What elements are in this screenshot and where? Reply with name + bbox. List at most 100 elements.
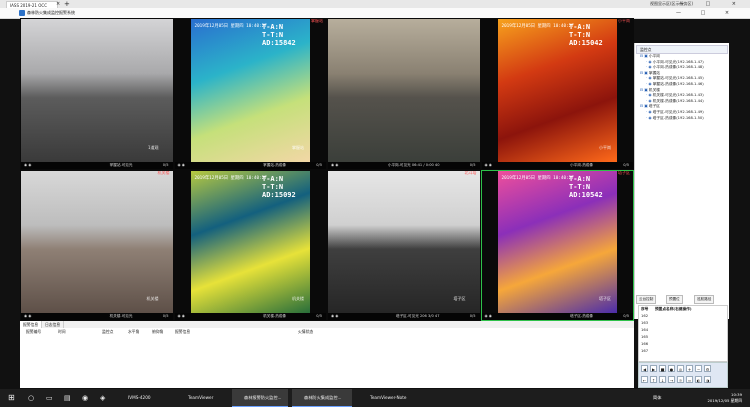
preset-row[interactable]: 162 xyxy=(641,313,648,319)
new-tab-icon[interactable]: + xyxy=(64,0,70,8)
device-tree-tab[interactable]: 监控点 xyxy=(636,45,728,54)
stop-icon[interactable]: ■ xyxy=(659,365,666,372)
preset-button[interactable]: 预置位 xyxy=(666,295,683,304)
browser-tab[interactable]: IASS 2019-21 OCC xyxy=(6,1,58,8)
col-pan: 水平角 xyxy=(128,329,140,334)
camera-icon: · ◉ xyxy=(646,110,653,114)
browser-icon[interactable]: ◉ xyxy=(82,389,88,407)
camera-view-c8[interactable]: 塔子区 2019年12月05日 星期四 10:40:27 T-A:N T-T:N AD:… xyxy=(480,169,634,321)
tree-label: 小平岗 xyxy=(648,54,660,58)
camera-view-c3[interactable]: ◉ ◉ 小平岗-可见光 06:41 / 0:00 40 0/5 xyxy=(328,19,480,169)
app-window-controls[interactable]: — □ × xyxy=(676,8,738,18)
windows-taskbar: ⊞ ○ ▭ ▤ ◉ ◈ IVMS-4200 TeamViewer 森林报警防火监… xyxy=(0,389,750,407)
camera-site-label: 掌握站 xyxy=(311,19,323,23)
tree-label: 掌握站-可见光(192.168.1.45) xyxy=(652,76,704,81)
taskbar-item-fire-monitor[interactable]: 森林防火集成监控... xyxy=(292,389,352,407)
up-arrow-icon[interactable]: ↑ xyxy=(650,376,657,383)
camera-view-c6[interactable]: 2019年12月05日 星期四 10:40:27 T-A:N T-T:N AD:150… xyxy=(174,170,326,320)
camera-status-icon: ◉ ◉ xyxy=(484,162,492,167)
taskbar-item-teamviewer-note[interactable]: TeamViewer-Note xyxy=(358,389,422,407)
cruise-path-button[interactable]: 巡航路径 xyxy=(694,295,715,304)
tree-label: 塔子区-热成像(192.168.1.50) xyxy=(652,115,704,120)
camera-view-c1[interactable]: 1道观 ◉ ◉ 掌握站-可见光 0/5 xyxy=(21,19,173,169)
tab-alarm-info[interactable]: 报警信息 xyxy=(20,321,43,328)
tree-camera-item[interactable]: · ◉ 掌握站-热成像(192.168.1.46) xyxy=(646,82,704,87)
tree-camera-item[interactable]: · ◉ 小平岗-可见光(192.168.1.47) xyxy=(646,60,704,65)
zoom-in-icon[interactable]: + xyxy=(686,365,693,372)
down-arrow-icon[interactable]: ↓ xyxy=(659,376,666,383)
tree-camera-item[interactable]: · ◉ 掌握站-可见光(192.168.1.45) xyxy=(646,76,704,81)
camera-view-c2[interactable]: 掌握站 2019年12月05日 星期四 10:40:27 T-A:N T-T:N AD:… xyxy=(174,19,326,169)
col-camera: 监控点 xyxy=(102,329,114,334)
tree-camera-item[interactable]: · ◉ 机关楼-可见光(192.168.1.43) xyxy=(646,93,704,98)
camera-status-bar: ◉ ◉ 掌握站-热成像 0/5 xyxy=(174,161,326,169)
folder-icon: ⊟ ▣ xyxy=(640,104,649,109)
wiper-icon[interactable]: ≈ xyxy=(686,376,693,383)
tree-group[interactable]: ⊟ ▣ 机关楼 xyxy=(640,88,660,93)
preset-table-header-name: 预置点名称(右键操作) xyxy=(655,307,692,311)
device-tree: ⊟ ▣ 小平岗 · ◉ 小平岗-可见光(192.168.1.47) · ◉ 小平岗-… xyxy=(640,54,728,144)
folder-icon: ⊟ ▣ xyxy=(640,54,649,58)
tree-label: 掌握站 xyxy=(648,70,660,75)
preset-row[interactable]: 163 xyxy=(641,320,648,326)
light-icon[interactable]: ☼ xyxy=(677,376,684,383)
camera-status-icon: ◉ ◉ xyxy=(484,314,492,318)
camera-icon: · ◉ xyxy=(646,65,653,70)
tree-camera-item[interactable]: · ◉ 塔子区-可见光(192.168.1.49) xyxy=(646,110,704,115)
preset-row[interactable]: 164 xyxy=(641,327,648,333)
camera-video-frame xyxy=(328,19,480,162)
prev-icon[interactable]: ◀ xyxy=(641,365,648,372)
osd-reading: AD:15842 xyxy=(262,39,296,47)
focus-icon[interactable]: ◐ xyxy=(695,376,702,383)
folder-icon: ⊟ ▣ xyxy=(640,70,649,75)
preset-row[interactable]: 166 xyxy=(641,341,648,347)
settings-icon[interactable]: ⚙ xyxy=(704,365,711,372)
tree-label: 掌握站-热成像(192.168.1.46) xyxy=(652,82,704,86)
file-explorer-icon[interactable]: ▤ xyxy=(64,389,71,407)
osd-reading: T-A:N xyxy=(262,174,284,183)
ptz-control-button[interactable]: 云台控制 xyxy=(636,295,657,304)
camera-icon: · ◉ xyxy=(646,93,653,98)
record-icon[interactable]: ● xyxy=(668,365,675,372)
camera-icon: · ◉ xyxy=(646,82,653,86)
tree-group[interactable]: ⊟ ▣ 小平岗 xyxy=(640,54,660,59)
right-arrow-icon[interactable]: → xyxy=(668,376,675,383)
input-method-indicator[interactable]: 简体 xyxy=(653,389,661,407)
camera-view-c7[interactable]: 北斗塔 塔子区 ◉ ◉ 塔子区-可见光 206 3/0 47 0/5 xyxy=(328,170,480,320)
ptz-button-row: 云台控制 预置位 巡航路径 xyxy=(636,295,728,304)
left-arrow-icon[interactable]: ← xyxy=(641,376,648,383)
taskbar-clock[interactable]: 10:39 2019/12/05 星期四 xyxy=(708,392,742,404)
camera-view-c4[interactable]: 小平岗 2019年12月05日 星期四 10:40:27 T-A:N T-T:N AD:… xyxy=(481,19,633,169)
windows-start-icon[interactable]: ⊞ xyxy=(8,389,15,407)
tree-label: 机关楼 xyxy=(648,87,660,92)
close-tab-icon[interactable]: × xyxy=(56,1,60,8)
taskbar-item-teamviewer[interactable]: TeamViewer xyxy=(176,389,228,407)
search-icon[interactable]: ○ xyxy=(28,389,34,407)
play-icon[interactable]: ▶ xyxy=(650,365,657,372)
col-time: 时间 xyxy=(58,329,66,334)
camera-view-c5[interactable]: 机关楼 机关楼 ◉ ◉ 机关楼-可见光 0/5 xyxy=(21,170,173,320)
taskbar-item-ivms[interactable]: IVMS-4200 xyxy=(116,389,170,407)
task-view-icon[interactable]: ▭ xyxy=(46,389,53,407)
tree-camera-item[interactable]: · ◉ 塔子区-热成像(192.168.1.50) xyxy=(646,116,704,121)
preset-row[interactable]: 167 xyxy=(641,348,648,354)
camera-watermark: 机关楼 xyxy=(146,296,159,301)
iris-icon[interactable]: ◑ xyxy=(704,376,711,383)
camera-watermark: 塔子区 xyxy=(453,296,466,301)
tab-log-info[interactable]: 日志信息 xyxy=(42,321,65,328)
app-title: 森林防火集成监控报警系统 xyxy=(27,10,75,15)
camera-channel-name: 掌握站-可见光 xyxy=(109,162,133,167)
osd-timestamp: 2019年12月05日 星期四 10:40:27 xyxy=(501,175,574,181)
preset-row[interactable]: 165 xyxy=(641,334,648,340)
taskbar-item-fire-alarm[interactable]: 森林报警防火监控... xyxy=(232,389,288,407)
tree-camera-item[interactable]: · ◉ 小平岗-热成像(192.168.1.48) xyxy=(646,65,704,70)
store-icon[interactable]: ◈ xyxy=(100,389,105,407)
osd-timestamp: 2019年12月05日 星期四 10:40:27 xyxy=(501,24,574,29)
tree-group[interactable]: ⊟ ▣ 塔子区 xyxy=(640,104,660,109)
zoom-out-icon[interactable]: − xyxy=(695,365,702,372)
osd-reading: T-A:N xyxy=(569,174,591,183)
camera-status-icon: ◉ ◉ xyxy=(331,162,339,167)
camera-status-icon: ◉ ◉ xyxy=(24,314,32,318)
snapshot-icon[interactable]: ◎ xyxy=(677,365,684,372)
osd-reading: AD:15042 xyxy=(569,39,603,47)
